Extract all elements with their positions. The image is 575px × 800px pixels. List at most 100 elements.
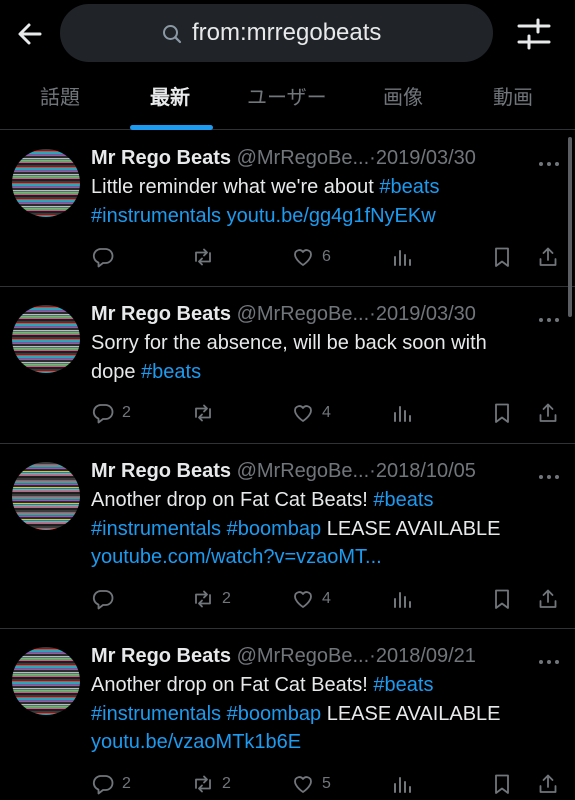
more-icon bbox=[539, 660, 559, 664]
share-button[interactable] bbox=[536, 769, 560, 799]
scrollbar[interactable] bbox=[568, 137, 572, 317]
views-icon bbox=[394, 250, 411, 266]
tweet-date[interactable]: 2019/03/30 bbox=[376, 147, 476, 169]
share-icon bbox=[539, 403, 557, 422]
hashtag-link[interactable]: #beats bbox=[379, 176, 439, 198]
views-button[interactable] bbox=[390, 584, 414, 614]
views-button[interactable] bbox=[390, 769, 414, 799]
reply-icon bbox=[92, 248, 114, 268]
bookmark-button[interactable] bbox=[490, 242, 514, 272]
hashtag-link[interactable]: #instrumentals bbox=[91, 703, 221, 725]
more-button[interactable] bbox=[537, 311, 561, 322]
author-name[interactable]: Mr Rego Beats bbox=[91, 645, 231, 667]
avatar[interactable] bbox=[12, 305, 80, 373]
tweet-header: Mr Rego Beats @MrRegoBe...·2019/03/30 bbox=[91, 144, 476, 172]
hashtag-link[interactable]: #beats bbox=[373, 489, 433, 511]
reply-button[interactable]: 2 bbox=[91, 398, 131, 428]
tweet-text-line: Another drop on Fat Cat Beats! #beats bbox=[91, 486, 561, 515]
tweet-text-line: #instrumentals #boombap LEASE AVAILABLE bbox=[91, 700, 561, 729]
hashtag-link[interactable]: #instrumentals bbox=[91, 518, 221, 540]
tweet[interactable]: Mr Rego Beats @MrRegoBe...·2018/09/21 Ano… bbox=[0, 629, 575, 800]
text-segment: LEASE AVAILABLE bbox=[321, 702, 501, 725]
bookmark-button[interactable] bbox=[490, 398, 514, 428]
heart-icon bbox=[294, 775, 312, 793]
url-link[interactable]: youtu.be/gg4g1fNyEKw bbox=[227, 205, 436, 227]
tweet-text-line: youtube.com/watch?v=vzaoMT... bbox=[91, 543, 561, 572]
retweet-icon bbox=[195, 248, 211, 266]
action-bar: 6 bbox=[91, 242, 561, 272]
filter-button[interactable] bbox=[516, 17, 552, 51]
views-button[interactable] bbox=[390, 398, 414, 428]
like-button[interactable]: 4 bbox=[291, 584, 331, 614]
tweet-date[interactable]: 2019/03/30 bbox=[376, 303, 476, 325]
separator: · bbox=[369, 645, 376, 667]
action-bar: 2 2 5 bbox=[91, 769, 561, 799]
heart-icon bbox=[294, 405, 312, 422]
retweet-icon bbox=[195, 404, 211, 422]
avatar[interactable] bbox=[12, 462, 80, 530]
retweet-count: 2 bbox=[222, 589, 231, 607]
reply-icon bbox=[92, 589, 114, 609]
retweet-icon bbox=[195, 775, 211, 792]
bookmark-icon bbox=[495, 774, 509, 794]
more-button[interactable] bbox=[537, 653, 561, 664]
retweet-button[interactable]: 2 bbox=[191, 584, 231, 614]
more-icon bbox=[539, 318, 559, 322]
text-segment: Sorry for the absence, will be back soon… bbox=[91, 332, 487, 354]
tab-images[interactable]: 画像 bbox=[383, 68, 423, 130]
tweet-text: Sorry for the absence, will be back soon… bbox=[91, 329, 561, 386]
tweet-text: Another drop on Fat Cat Beats! #beats #in… bbox=[91, 671, 561, 757]
reply-button[interactable] bbox=[91, 242, 115, 272]
hashtag-link[interactable]: #boombap bbox=[227, 703, 322, 725]
tab-users[interactable]: ユーザー bbox=[247, 68, 327, 130]
views-icon bbox=[394, 776, 411, 793]
tweet-date[interactable]: 2018/10/05 bbox=[376, 460, 476, 482]
author-name[interactable]: Mr Rego Beats bbox=[91, 147, 231, 169]
author-name[interactable]: Mr Rego Beats bbox=[91, 303, 231, 325]
hashtag-link[interactable]: #beats bbox=[141, 361, 201, 383]
more-button[interactable] bbox=[537, 468, 561, 479]
back-button[interactable] bbox=[14, 18, 46, 50]
more-button[interactable] bbox=[537, 155, 561, 166]
tab-trending[interactable]: 話題 bbox=[40, 68, 80, 130]
tab-videos[interactable]: 動画 bbox=[493, 68, 533, 130]
tweet-date[interactable]: 2018/09/21 bbox=[376, 645, 476, 667]
tweet[interactable]: Mr Rego Beats @MrRegoBe...·2019/03/30 Sor… bbox=[0, 287, 575, 444]
avatar[interactable] bbox=[12, 149, 80, 217]
like-button[interactable]: 4 bbox=[291, 398, 331, 428]
share-button[interactable] bbox=[536, 242, 560, 272]
tab-latest[interactable]: 最新 bbox=[150, 68, 190, 130]
tweet-text-line: Another drop on Fat Cat Beats! #beats bbox=[91, 671, 561, 700]
retweet-button[interactable] bbox=[191, 398, 215, 428]
views-button[interactable] bbox=[390, 242, 414, 272]
author-handle: @MrRegoBe... bbox=[231, 303, 370, 325]
bookmark-icon bbox=[495, 403, 509, 423]
retweet-button[interactable]: 2 bbox=[191, 769, 231, 799]
bookmark-button[interactable] bbox=[490, 584, 514, 614]
heart-icon bbox=[294, 590, 312, 608]
url-link[interactable]: youtu.be/vzaoMTk1b6E bbox=[91, 731, 301, 753]
hashtag-link[interactable]: #beats bbox=[373, 674, 433, 696]
tweet-header: Mr Rego Beats @MrRegoBe...·2018/09/21 bbox=[91, 642, 476, 670]
tweet[interactable]: Mr Rego Beats @MrRegoBe...·2018/10/05 Ano… bbox=[0, 444, 575, 629]
reply-button[interactable]: 2 bbox=[91, 769, 131, 799]
action-bar: 24 bbox=[91, 584, 561, 614]
search-input[interactable]: from:mrregobeats bbox=[60, 4, 493, 62]
avatar[interactable] bbox=[12, 647, 80, 715]
heart-icon bbox=[294, 249, 312, 266]
like-button[interactable]: 6 bbox=[291, 242, 331, 272]
share-button[interactable] bbox=[536, 398, 560, 428]
views-icon bbox=[394, 591, 411, 608]
hashtag-link[interactable]: #instrumentals bbox=[91, 205, 221, 227]
like-count: 6 bbox=[322, 248, 331, 265]
hashtag-link[interactable]: #boombap bbox=[227, 518, 322, 540]
url-link[interactable]: youtube.com/watch?v=vzaoMT... bbox=[91, 546, 382, 568]
tweet[interactable]: Mr Rego Beats @MrRegoBe...·2019/03/30 Lit… bbox=[0, 131, 575, 287]
text-segment: dope bbox=[91, 360, 142, 383]
like-button[interactable]: 5 bbox=[291, 769, 331, 799]
share-button[interactable] bbox=[536, 584, 560, 614]
reply-button[interactable] bbox=[91, 584, 115, 614]
author-name[interactable]: Mr Rego Beats bbox=[91, 460, 231, 482]
bookmark-button[interactable] bbox=[490, 769, 514, 799]
retweet-button[interactable] bbox=[191, 242, 215, 272]
